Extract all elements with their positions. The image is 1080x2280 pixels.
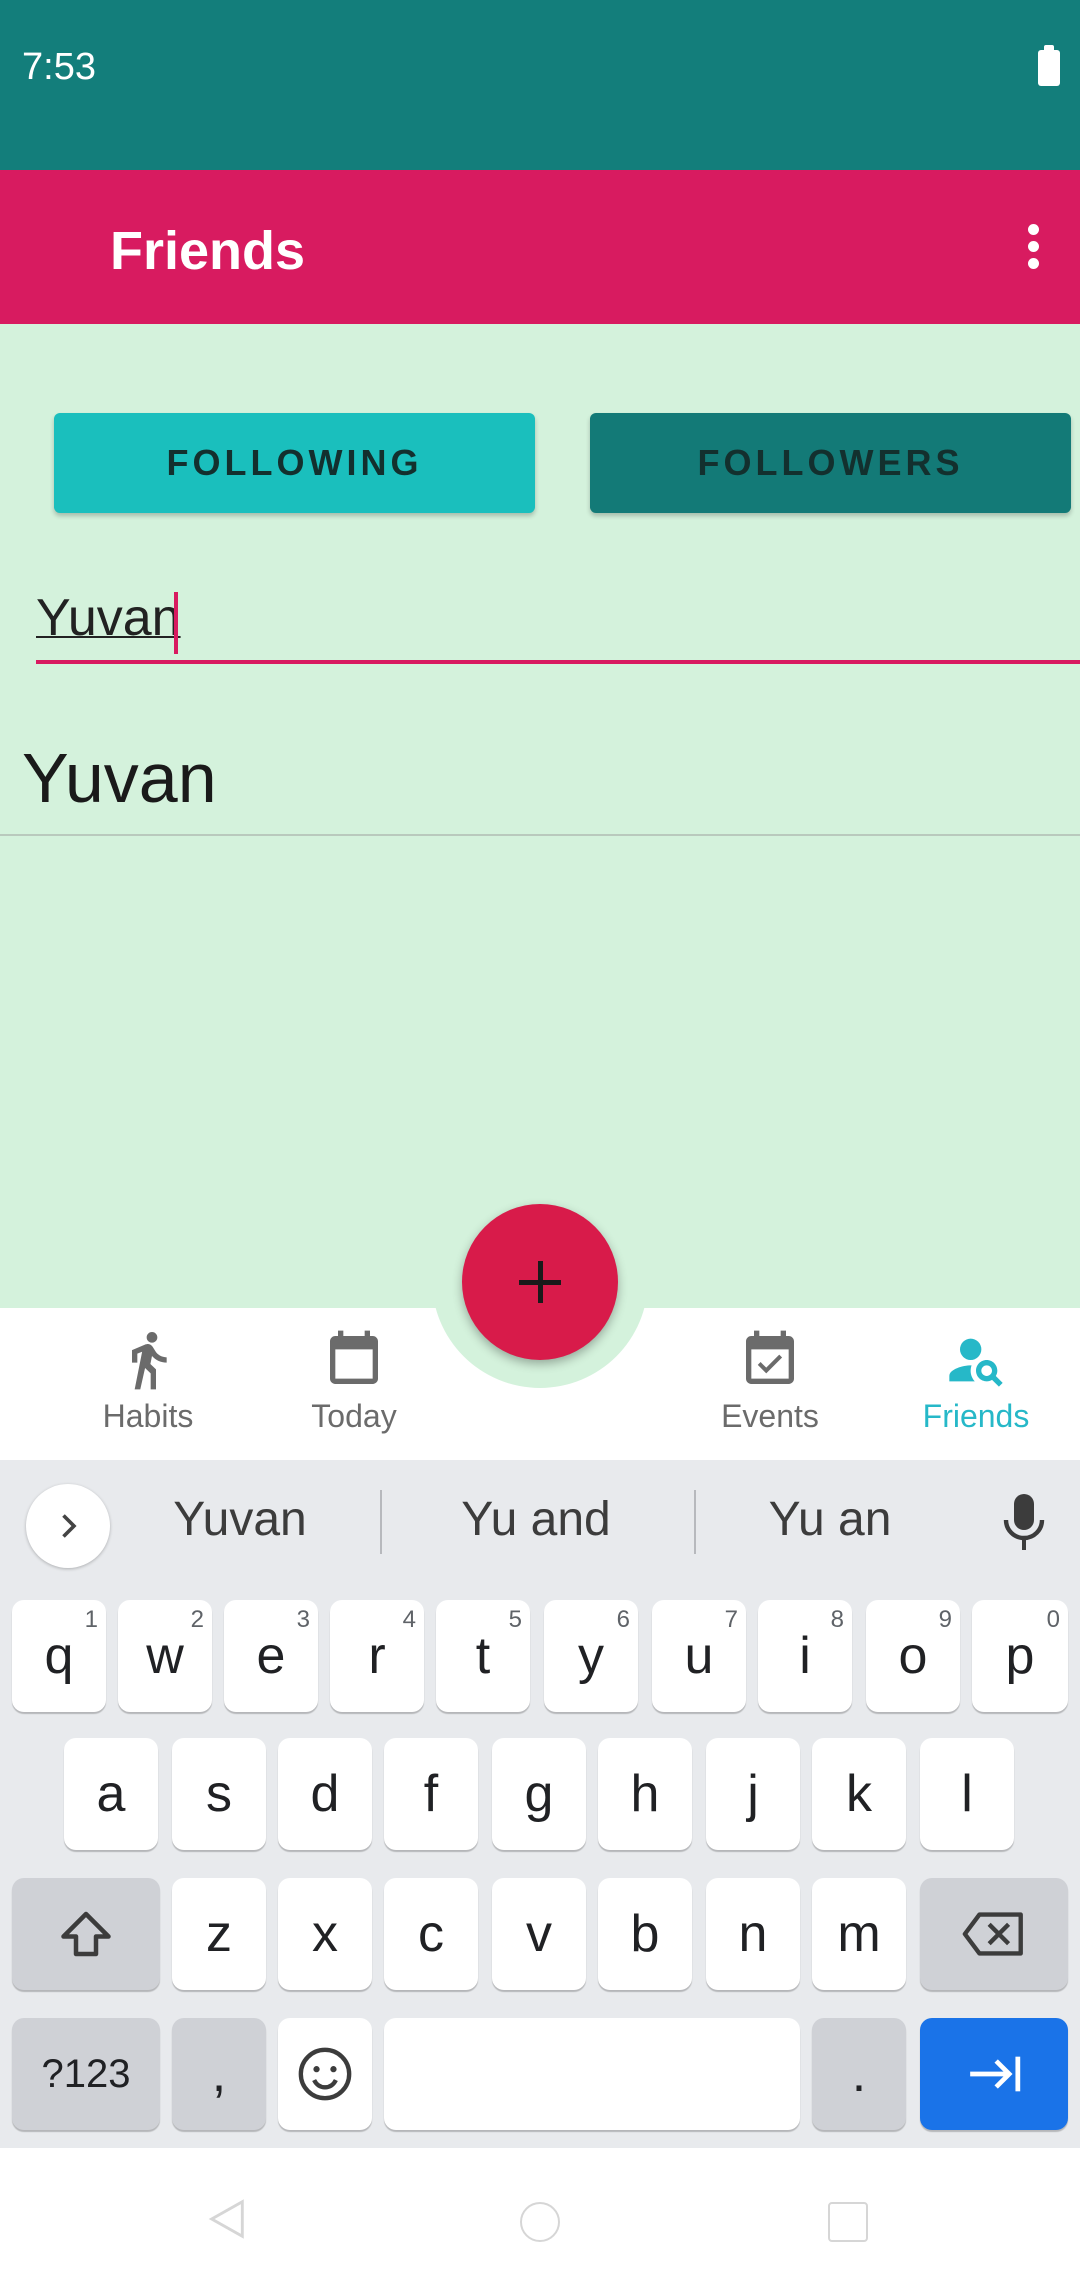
key-g[interactable]: g — [492, 1738, 586, 1850]
chevron-right-icon — [62, 1514, 77, 1538]
key-k[interactable]: k — [812, 1738, 906, 1850]
key-f[interactable]: f — [384, 1738, 478, 1850]
key-j[interactable]: j — [706, 1738, 800, 1850]
nav-item-events[interactable]: Events — [680, 1328, 860, 1448]
symbols-key[interactable]: ?123 — [12, 2018, 160, 2130]
following-button[interactable]: FOLLOWING — [54, 413, 535, 513]
key-m[interactable]: m — [812, 1878, 906, 1990]
space-key[interactable] — [384, 2018, 800, 2130]
key-d[interactable]: d — [278, 1738, 372, 1850]
back-icon[interactable] — [204, 2196, 250, 2242]
home-icon[interactable] — [520, 2202, 560, 2242]
key-h[interactable]: h — [598, 1738, 692, 1850]
suggestion-1[interactable]: Yuvan — [90, 1492, 390, 1547]
list-item[interactable]: Yuvan — [0, 720, 1080, 836]
app-bar: Friends — [0, 170, 1080, 324]
key-u[interactable]: u7 — [652, 1600, 746, 1712]
key-b[interactable]: b — [598, 1878, 692, 1990]
nav-label-habits: Habits — [102, 1398, 194, 1434]
suggestion-divider — [380, 1490, 382, 1554]
key-p[interactable]: p0 — [972, 1600, 1068, 1712]
next-key[interactable] — [920, 2018, 1068, 2130]
key-n[interactable]: n — [706, 1878, 800, 1990]
key-label: r — [368, 1627, 386, 1685]
nav-label-friends: Friends — [922, 1398, 1030, 1434]
key-hint: 8 — [830, 1606, 844, 1633]
soft-keyboard: Yuvan Yu and Yu an q1 w2 e3 r4 t5 y6 u7 … — [0, 1460, 1080, 2148]
emoji-icon — [298, 2047, 352, 2101]
shift-key[interactable] — [12, 1878, 160, 1990]
running-person-icon — [132, 1332, 167, 1390]
nav-item-habits[interactable]: Habits — [58, 1328, 238, 1448]
backspace-key[interactable] — [920, 1878, 1068, 1990]
emoji-key[interactable] — [278, 2018, 372, 2130]
comma-key[interactable]: , — [172, 2018, 266, 2130]
page-title: Friends — [110, 221, 306, 281]
key-label: e — [256, 1627, 286, 1685]
period-key[interactable]: . — [812, 2018, 906, 2130]
suggestion-2[interactable]: Yu and — [386, 1492, 686, 1547]
key-w[interactable]: w2 — [118, 1600, 212, 1712]
key-c[interactable]: c — [384, 1878, 478, 1990]
search-input[interactable]: Yuvan — [36, 580, 1080, 664]
key-x[interactable]: x — [278, 1878, 372, 1990]
key-hint: 9 — [938, 1606, 952, 1633]
shift-icon — [61, 1911, 111, 1957]
key-label: p — [1005, 1627, 1035, 1685]
system-navigation-bar — [0, 2148, 1080, 2280]
nav-item-friends[interactable]: Friends — [886, 1328, 1066, 1448]
battery-icon — [1038, 45, 1060, 86]
key-label: u — [684, 1627, 714, 1685]
search-input-text: Yuvan — [36, 589, 181, 647]
key-r[interactable]: r4 — [330, 1600, 424, 1712]
key-label: q — [44, 1627, 74, 1685]
key-label: i — [799, 1627, 811, 1685]
key-hint: 7 — [724, 1606, 738, 1633]
search-input-value: Yuvan — [36, 588, 181, 648]
followers-button[interactable]: FOLLOWERS — [590, 413, 1071, 513]
key-v[interactable]: v — [492, 1878, 586, 1990]
status-time: 7:53 — [22, 46, 96, 88]
event-check-icon — [746, 1330, 794, 1384]
key-o[interactable]: o9 — [866, 1600, 960, 1712]
key-a[interactable]: a — [64, 1738, 158, 1850]
key-hint: 1 — [84, 1606, 98, 1633]
plus-icon-vertical — [538, 1261, 543, 1303]
key-t[interactable]: t5 — [436, 1600, 530, 1712]
key-label: o — [898, 1627, 928, 1685]
key-i[interactable]: i8 — [758, 1600, 852, 1712]
key-label: y — [578, 1627, 604, 1685]
nav-item-today[interactable]: Today — [264, 1328, 444, 1448]
key-l[interactable]: l — [920, 1738, 1014, 1850]
key-hint: 0 — [1046, 1606, 1060, 1633]
key-label: w — [146, 1627, 184, 1685]
key-hint: 6 — [616, 1606, 630, 1633]
key-z[interactable]: z — [172, 1878, 266, 1990]
key-hint: 4 — [402, 1606, 416, 1633]
key-e[interactable]: e3 — [224, 1600, 318, 1712]
key-q[interactable]: q1 — [12, 1600, 106, 1712]
friend-name: Yuvan — [22, 739, 217, 817]
key-label: t — [475, 1627, 491, 1685]
tab-next-icon — [970, 2056, 1021, 2092]
key-s[interactable]: s — [172, 1738, 266, 1850]
key-hint: 3 — [296, 1606, 310, 1633]
backspace-icon — [962, 1912, 1023, 1956]
recent-apps-icon[interactable] — [828, 2202, 868, 2242]
calendar-icon — [330, 1330, 378, 1384]
add-button[interactable] — [462, 1204, 618, 1360]
text-cursor — [174, 592, 178, 654]
key-y[interactable]: y6 — [544, 1600, 638, 1712]
nav-label-today: Today — [311, 1398, 397, 1434]
status-bar: 7:53 — [0, 0, 1080, 170]
key-hint: 5 — [508, 1606, 522, 1633]
microphone-icon[interactable] — [1000, 1490, 1048, 1559]
person-search-icon — [949, 1338, 1003, 1387]
suggestion-3[interactable]: Yu an — [680, 1492, 980, 1547]
key-hint: 2 — [190, 1606, 204, 1633]
nav-label-events: Events — [721, 1398, 819, 1434]
more-options-icon[interactable] — [1026, 224, 1040, 270]
